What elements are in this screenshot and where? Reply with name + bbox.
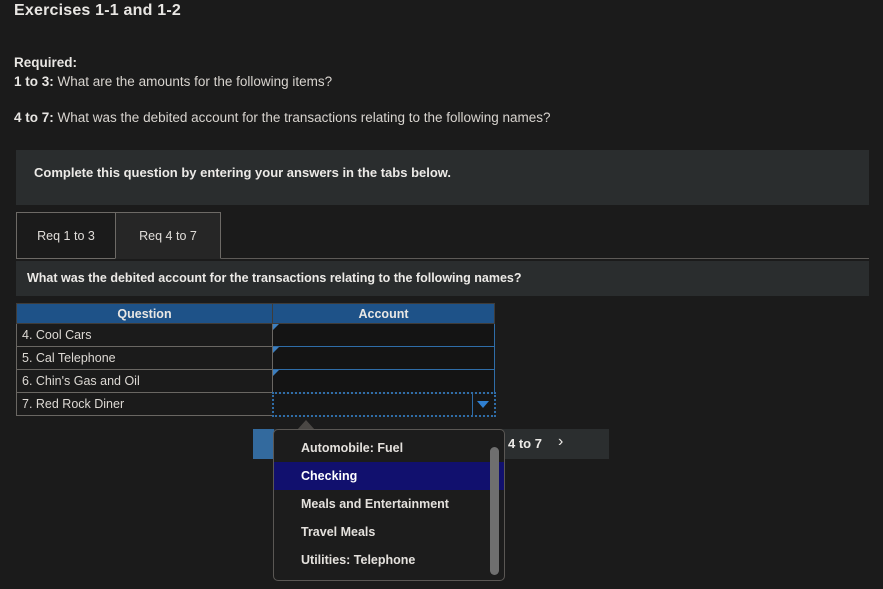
tab-req-4-to-7-label: Req 4 to 7 [139, 228, 197, 243]
table-row: 7. Red Rock Diner [16, 391, 496, 417]
question-cell-4: 4. Cool Cars [16, 323, 273, 347]
account-cell-4[interactable] [272, 323, 495, 347]
req-4-7-text: What was the debited account for the tra… [57, 110, 551, 125]
page-title: Exercises 1-1 and 1-2 [14, 2, 181, 19]
dropdown-option-automobile-fuel[interactable]: Automobile: Fuel [274, 434, 504, 462]
instruction-text: Complete this question by entering your … [34, 165, 452, 180]
question-cell-6: 6. Chin's Gas and Oil [16, 369, 273, 393]
table-header-row: Question Account [16, 303, 495, 324]
cell-flag-icon [273, 370, 279, 376]
answer-table: Question Account 4. Cool Cars 5. Cal Tel… [16, 303, 496, 417]
tab-strip: Req 1 to 3 Req 4 to 7 [16, 212, 869, 261]
tab-req-1-to-3[interactable]: Req 1 to 3 [16, 212, 116, 259]
cell-flag-icon [273, 347, 279, 353]
subquestion-bar: What was the debited account for the tra… [16, 261, 869, 296]
table-row: 4. Cool Cars [16, 323, 495, 347]
dropdown-option-meals-and-entertainment[interactable]: Meals and Entertainment [274, 490, 504, 518]
req-1-3-label: 1 to 3: [14, 74, 54, 89]
table-row: 6. Chin's Gas and Oil [16, 369, 495, 393]
cell-flag-icon [273, 324, 279, 330]
required-block: Required: 1 to 3: What are the amounts f… [14, 53, 332, 91]
chevron-down-icon[interactable] [471, 393, 494, 415]
nav-label: 4 to 7 [508, 436, 542, 451]
question-cell-5: 5. Cal Telephone [16, 346, 273, 370]
account-dropdown-menu[interactable]: Automobile: Fuel Checking Meals and Ente… [273, 429, 505, 581]
column-header-question: Question [16, 303, 273, 324]
dropdown-option-checking[interactable]: Checking [274, 462, 504, 490]
req-1-3-text: What are the amounts for the following i… [57, 74, 333, 89]
tab-req-4-to-7[interactable]: Req 4 to 7 [115, 212, 221, 259]
instruction-banner: Complete this question by entering your … [16, 150, 869, 205]
req-4-7-block: 4 to 7: What was the debited account for… [14, 110, 551, 125]
nav-prev-button[interactable] [253, 429, 274, 459]
required-label: Required: [14, 55, 78, 70]
dropdown-option-utilities-telephone[interactable]: Utilities: Telephone [274, 546, 504, 574]
column-header-account: Account [272, 303, 495, 324]
question-cell-7: 7. Red Rock Diner [16, 392, 273, 416]
tab-req-1-to-3-label: Req 1 to 3 [37, 228, 95, 243]
account-cell-7[interactable] [271, 391, 496, 417]
exercise-page: Exercises 1-1 and 1-2 Required: 1 to 3: … [0, 0, 883, 589]
nav-next-chevron-icon[interactable]: › [558, 433, 563, 451]
dropdown-option-travel-meals[interactable]: Travel Meals [274, 518, 504, 546]
account-cell-6[interactable] [272, 369, 495, 393]
req-4-7-label: 4 to 7: [14, 110, 54, 125]
subquestion-text: What was the debited account for the tra… [27, 271, 522, 285]
dropdown-scrollbar-thumb[interactable] [490, 447, 499, 575]
table-row: 5. Cal Telephone [16, 346, 495, 370]
account-cell-5[interactable] [272, 346, 495, 370]
